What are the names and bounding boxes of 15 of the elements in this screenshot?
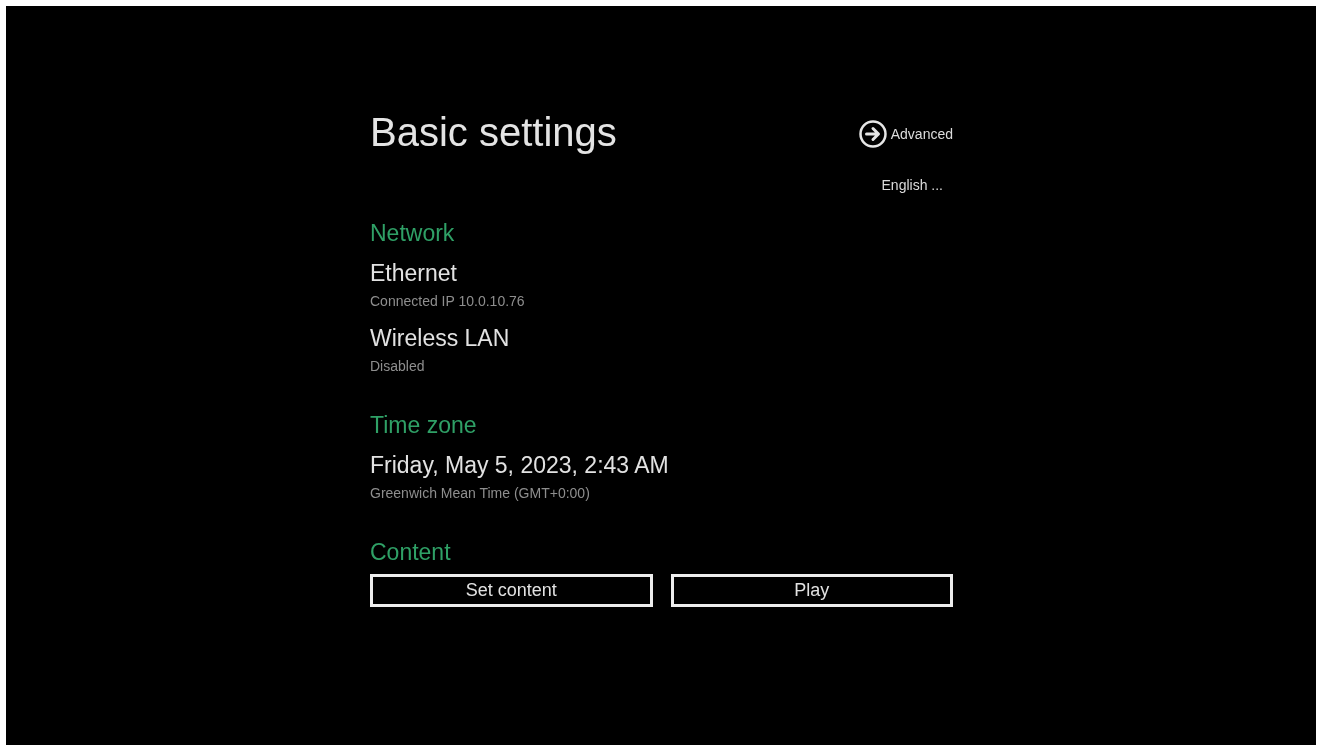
setting-name[interactable]: Friday, May 5, 2023, 2:43 AM: [370, 451, 669, 479]
setting-status: Disabled: [370, 357, 425, 375]
setting-name[interactable]: Ethernet: [370, 259, 457, 287]
setting-status: Greenwich Mean Time (GMT+0:00): [370, 484, 590, 502]
action-button[interactable]: Play: [670, 574, 953, 607]
action-button[interactable]: Set content: [370, 574, 653, 607]
arrow-circle-icon: [858, 120, 887, 148]
advanced-link[interactable]: Advanced: [858, 120, 953, 148]
section-heading: Network: [370, 219, 456, 247]
section-heading: Time zone: [370, 411, 478, 439]
setting-status: Connected IP 10.0.10.76: [370, 292, 525, 310]
page-title: Basic settings: [370, 109, 617, 156]
section-heading: Content: [370, 538, 452, 566]
setting-name[interactable]: Wireless LAN: [370, 324, 510, 352]
language-selector[interactable]: English ...: [881, 176, 943, 194]
